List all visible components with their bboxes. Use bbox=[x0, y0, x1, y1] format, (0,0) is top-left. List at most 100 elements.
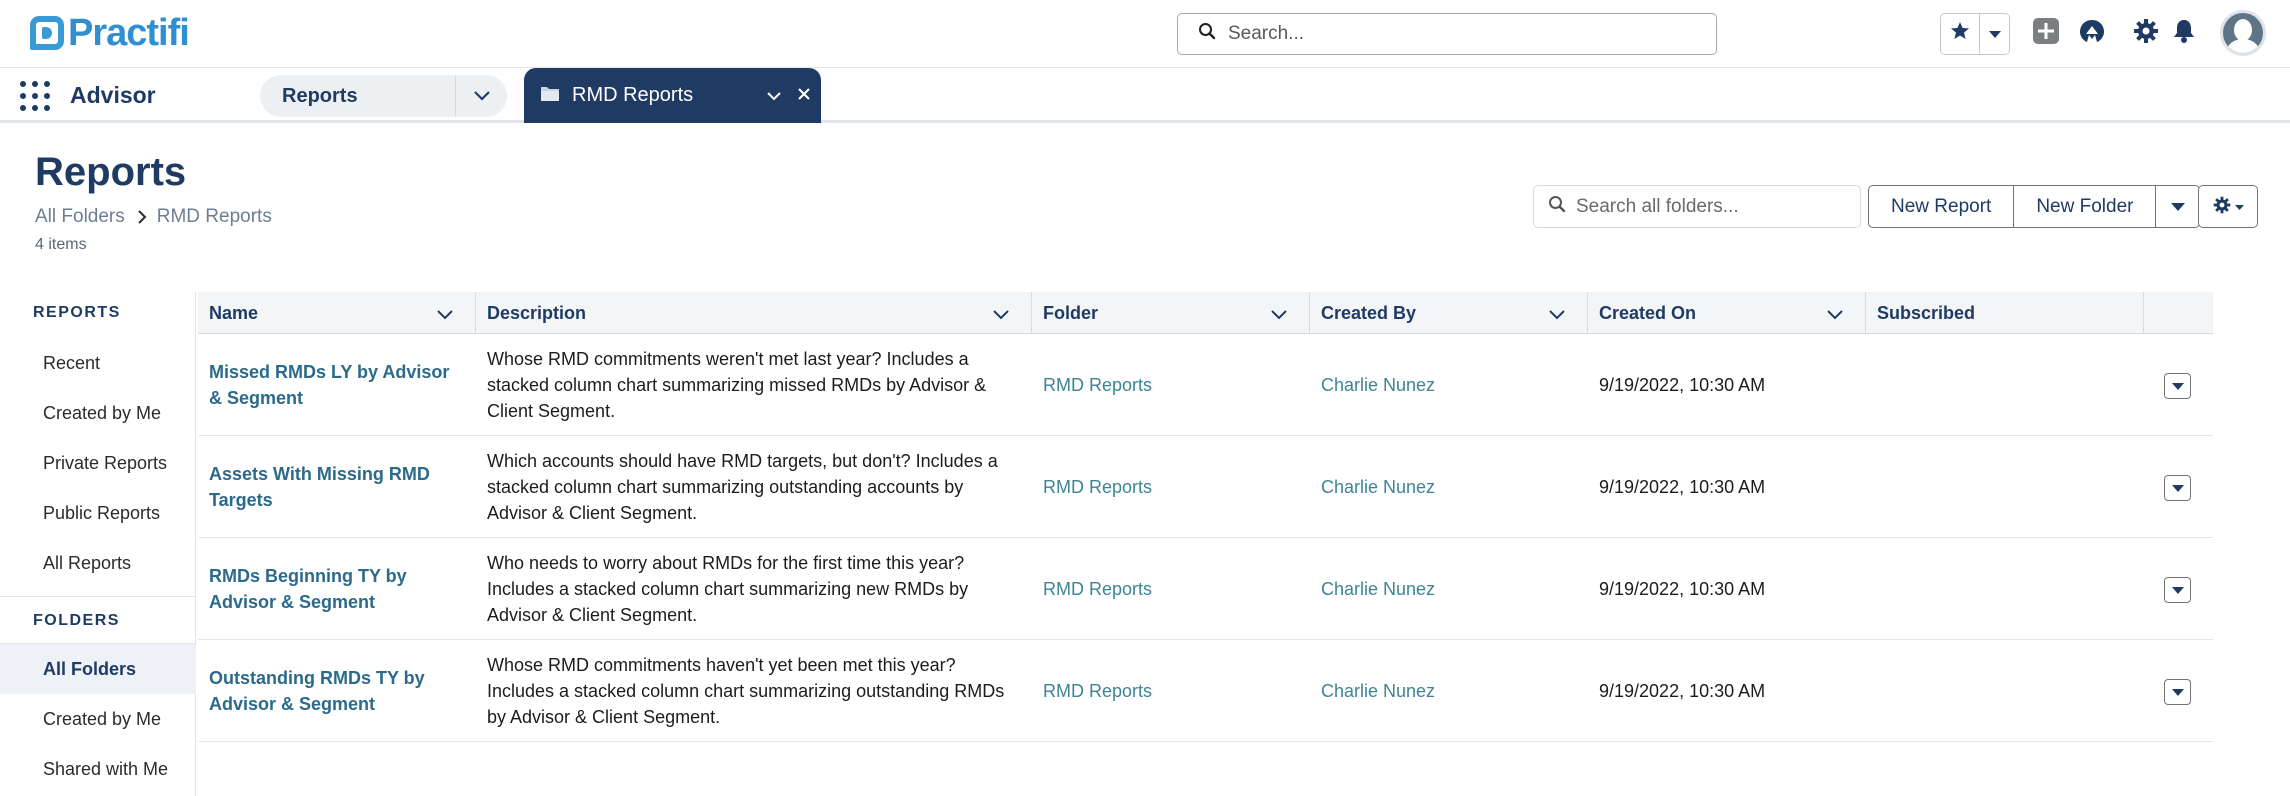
app-name: Advisor bbox=[70, 82, 156, 108]
report-description: Who needs to worry about RMDs for the fi… bbox=[487, 552, 969, 625]
chevron-down-icon bbox=[473, 85, 490, 107]
report-folder-link[interactable]: RMD Reports bbox=[1032, 640, 1310, 741]
caret-down-icon bbox=[2171, 375, 2184, 397]
item-count: 4 items bbox=[35, 236, 87, 253]
table-row: RMDs Beginning TY by Advisor & Segment W… bbox=[198, 538, 2213, 640]
nav-item-menu-button[interactable] bbox=[455, 75, 507, 117]
report-folder-link[interactable]: RMD Reports bbox=[1032, 538, 1310, 639]
chevron-right-icon bbox=[137, 209, 147, 225]
report-folder-link[interactable]: RMD Reports bbox=[1032, 436, 1310, 537]
report-created-by-link[interactable]: Charlie Nunez bbox=[1310, 436, 1588, 537]
report-name-link[interactable]: Missed RMDs LY by Advisor & Segment bbox=[198, 334, 476, 435]
help-button[interactable] bbox=[2076, 18, 2108, 50]
nav-item-reports[interactable]: Reports bbox=[260, 75, 507, 117]
sidebar-item-created-by-me[interactable]: Created by Me bbox=[0, 388, 196, 438]
waffle-dot bbox=[32, 81, 38, 87]
report-name-link[interactable]: RMDs Beginning TY by Advisor & Segment bbox=[198, 538, 476, 639]
tab-menu-button[interactable] bbox=[761, 85, 787, 107]
report-name-link[interactable]: Assets With Missing RMD Targets bbox=[198, 436, 476, 537]
column-header-description[interactable]: Description bbox=[476, 292, 1032, 334]
chevron-down-icon[interactable] bbox=[1271, 304, 1287, 325]
row-actions-button[interactable] bbox=[2164, 475, 2191, 501]
breadcrumb-rmd-reports[interactable]: RMD Reports bbox=[157, 206, 272, 228]
sidebar-item-folders-created-by-me[interactable]: Created by Me bbox=[0, 694, 196, 744]
report-created-by-link[interactable]: Charlie Nunez bbox=[1310, 640, 1588, 741]
report-name-link[interactable]: Outstanding RMDs TY by Advisor & Segment bbox=[198, 640, 476, 741]
column-header-folder[interactable]: Folder bbox=[1032, 292, 1310, 334]
report-subscribed bbox=[1866, 640, 2144, 741]
column-header-created-on[interactable]: Created On bbox=[1588, 292, 1866, 334]
logo-text: Practifi bbox=[68, 11, 190, 54]
report-created-by-link[interactable]: Charlie Nunez bbox=[1310, 334, 1588, 435]
tab-rmd-reports[interactable]: RMD Reports bbox=[524, 68, 821, 123]
caret-down-icon bbox=[2171, 681, 2184, 703]
row-actions-button[interactable] bbox=[2164, 373, 2191, 399]
column-header-created-by[interactable]: Created By bbox=[1310, 292, 1588, 334]
global-search-box[interactable] bbox=[1177, 13, 1717, 55]
caret-down-icon bbox=[2234, 199, 2244, 214]
sidebar-item-recent[interactable]: Recent bbox=[0, 338, 196, 388]
more-actions-button[interactable] bbox=[2156, 185, 2201, 228]
new-folder-button[interactable]: New Folder bbox=[2014, 185, 2157, 228]
chevron-down-icon[interactable] bbox=[437, 304, 453, 325]
sidebar-item-private-reports[interactable]: Private Reports bbox=[0, 438, 196, 488]
report-description: Whose RMD commitments haven't yet been m… bbox=[487, 654, 1005, 727]
column-header-name[interactable]: Name bbox=[198, 292, 476, 334]
favorite-button[interactable] bbox=[1941, 14, 1979, 54]
navigation-bar: Advisor Reports RMD Reports bbox=[0, 68, 2290, 123]
report-created-by-link[interactable]: Charlie Nunez bbox=[1310, 538, 1588, 639]
table-row: Assets With Missing RMD Targets Which ac… bbox=[198, 436, 2213, 538]
caret-down-icon bbox=[2171, 579, 2184, 601]
global-search-input[interactable] bbox=[1228, 23, 1688, 45]
report-created-on: 9/19/2022, 10:30 AM bbox=[1599, 578, 1766, 599]
favorites-menu-button[interactable] bbox=[1979, 14, 2009, 54]
chevron-down-icon[interactable] bbox=[1549, 304, 1565, 325]
new-report-button[interactable]: New Report bbox=[1868, 185, 2015, 228]
list-settings-button[interactable] bbox=[2198, 185, 2258, 228]
chevron-down-icon[interactable] bbox=[1827, 304, 1843, 325]
table-row: Outstanding RMDs TY by Advisor & Segment… bbox=[198, 640, 2213, 742]
sidebar-divider bbox=[0, 596, 196, 597]
setup-button[interactable] bbox=[2130, 18, 2162, 50]
column-header-subscribed[interactable]: Subscribed bbox=[1866, 292, 2144, 334]
row-actions-button[interactable] bbox=[2164, 679, 2191, 705]
folder-icon bbox=[540, 84, 560, 108]
favorites-button-group bbox=[1940, 13, 2010, 55]
report-created-on: 9/19/2022, 10:30 AM bbox=[1599, 680, 1766, 701]
folder-search-box[interactable] bbox=[1533, 185, 1861, 228]
practifi-logo-icon bbox=[30, 16, 64, 50]
tab-close-button[interactable] bbox=[791, 85, 817, 107]
report-folder-link[interactable]: RMD Reports bbox=[1032, 334, 1310, 435]
report-actions-group: New Report New Folder bbox=[1868, 185, 2201, 228]
report-description: Which accounts should have RMD targets, … bbox=[487, 450, 998, 523]
sidebar-item-public-reports[interactable]: Public Reports bbox=[0, 488, 196, 538]
trailhead-icon bbox=[2077, 17, 2107, 51]
row-actions-button[interactable] bbox=[2164, 577, 2191, 603]
plus-square-icon bbox=[2032, 17, 2060, 51]
search-icon bbox=[1198, 22, 1216, 46]
user-avatar[interactable] bbox=[2220, 10, 2266, 56]
close-icon bbox=[797, 85, 811, 107]
global-actions-button[interactable] bbox=[2030, 18, 2062, 50]
practifi-logo[interactable]: Practifi bbox=[30, 10, 190, 56]
folder-search-input[interactable] bbox=[1576, 195, 1846, 218]
column-label: Created On bbox=[1599, 302, 1697, 323]
report-created-on: 9/19/2022, 10:30 AM bbox=[1599, 374, 1766, 395]
bell-icon bbox=[2172, 18, 2196, 50]
sidebar-item-all-reports[interactable]: All Reports bbox=[0, 538, 196, 588]
report-subscribed bbox=[1866, 334, 2144, 435]
page-title: Reports bbox=[35, 150, 187, 194]
sidebar-heading-folders: FOLDERS bbox=[33, 612, 120, 629]
report-subscribed bbox=[1866, 538, 2144, 639]
notifications-button[interactable] bbox=[2168, 18, 2200, 50]
app-launcher-button[interactable] bbox=[20, 81, 50, 111]
sidebar-item-shared-with-me[interactable]: Shared with Me bbox=[0, 744, 196, 794]
report-created-on: 9/19/2022, 10:30 AM bbox=[1599, 476, 1766, 497]
chevron-down-icon[interactable] bbox=[993, 304, 1009, 325]
breadcrumb-all-folders[interactable]: All Folders bbox=[35, 206, 125, 228]
waffle-dot bbox=[20, 105, 26, 111]
chevron-down-icon bbox=[1988, 23, 2001, 45]
caret-down-icon bbox=[2170, 196, 2185, 218]
sidebar-item-all-folders[interactable]: All Folders bbox=[0, 644, 196, 694]
table-header: Name Description Folder Created By Creat… bbox=[198, 292, 2213, 334]
